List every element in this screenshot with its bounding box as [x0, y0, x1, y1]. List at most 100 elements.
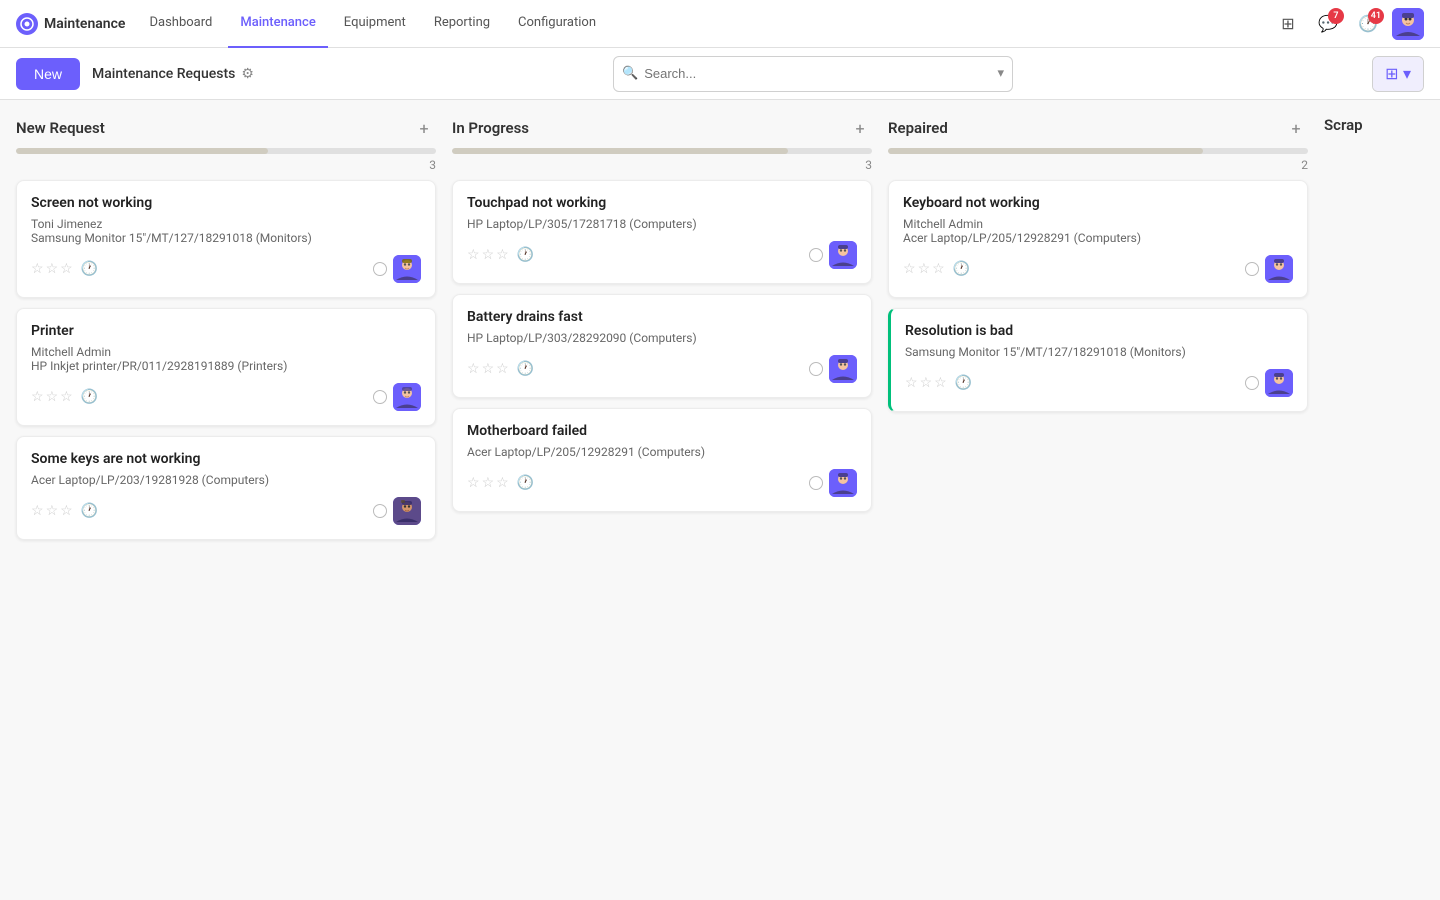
nav-dashboard[interactable]: Dashboard: [137, 0, 224, 48]
chat-icon-btn[interactable]: 💬 7: [1312, 8, 1344, 40]
card-equipment-resolution: Samsung Monitor 15"/MT/127/18291018 (Mon…: [905, 345, 1293, 359]
column-count-in-progress: 3: [452, 158, 872, 172]
star-3[interactable]: ☆: [60, 389, 73, 405]
search-bar[interactable]: 🔍 ▾: [613, 56, 1013, 92]
star-3[interactable]: ☆: [496, 247, 509, 263]
card-footer-right-printer: [373, 383, 421, 411]
search-icon: 🔍: [622, 66, 638, 81]
nav-maintenance[interactable]: Maintenance: [228, 0, 327, 48]
card-motherboard[interactable]: Motherboard failed Acer Laptop/LP/205/12…: [452, 408, 872, 512]
star-1[interactable]: ☆: [467, 361, 480, 377]
nav-logo[interactable]: Maintenance: [16, 13, 125, 35]
column-title-scrap: Scrap: [1324, 116, 1440, 134]
card-footer-printer: ☆ ☆ ☆ 🕐: [31, 383, 421, 411]
star-1[interactable]: ☆: [467, 475, 480, 491]
radio-screen[interactable]: [373, 262, 387, 276]
star-1[interactable]: ☆: [31, 503, 44, 519]
clock-icon-touchpad[interactable]: 🕐: [517, 247, 534, 263]
card-screen-not-working[interactable]: Screen not working Toni Jimenez Samsung …: [16, 180, 436, 298]
card-footer-keyboard: ☆ ☆ ☆ 🕐: [903, 255, 1293, 283]
column-add-repaired[interactable]: +: [1284, 116, 1308, 140]
radio-touchpad[interactable]: [809, 248, 823, 262]
card-footer-right-somekeys: [373, 497, 421, 525]
radio-motherboard[interactable]: [809, 476, 823, 490]
logo-text: Maintenance: [44, 16, 125, 32]
avatar-somekeys: [393, 497, 421, 525]
activity-icon-btn[interactable]: 🕐 41: [1352, 8, 1384, 40]
nav-equipment[interactable]: Equipment: [332, 0, 418, 48]
clock-icon-somekeys[interactable]: 🕐: [81, 503, 98, 519]
star-1[interactable]: ☆: [31, 389, 44, 405]
star-2[interactable]: ☆: [918, 261, 931, 277]
clock-icon-printer[interactable]: 🕐: [81, 389, 98, 405]
new-button[interactable]: New: [16, 58, 80, 90]
radio-printer[interactable]: [373, 390, 387, 404]
top-navigation: Maintenance Dashboard Maintenance Equipm…: [0, 0, 1440, 48]
clock-icon-screen[interactable]: 🕐: [81, 261, 98, 277]
star-3[interactable]: ☆: [496, 361, 509, 377]
clock-icon-resolution[interactable]: 🕐: [955, 375, 972, 391]
nav-reporting[interactable]: Reporting: [422, 0, 502, 48]
card-title-touchpad: Touchpad not working: [467, 195, 857, 211]
card-footer-touchpad: ☆ ☆ ☆ 🕐: [467, 241, 857, 269]
star-2[interactable]: ☆: [482, 361, 495, 377]
column-in-progress: In Progress + 3 Touchpad not working HP …: [452, 116, 872, 522]
card-touchpad[interactable]: Touchpad not working HP Laptop/LP/305/17…: [452, 180, 872, 284]
star-2[interactable]: ☆: [46, 503, 59, 519]
star-2[interactable]: ☆: [482, 475, 495, 491]
card-footer-right-resolution: [1245, 369, 1293, 397]
card-some-keys[interactable]: Some keys are not working Acer Laptop/LP…: [16, 436, 436, 540]
star-3[interactable]: ☆: [60, 261, 73, 277]
clock-icon-keyboard[interactable]: 🕐: [953, 261, 970, 277]
avatar-resolution: [1265, 369, 1293, 397]
search-input[interactable]: [644, 66, 993, 81]
star-3[interactable]: ☆: [934, 375, 947, 391]
apps-icon-btn[interactable]: ⊞: [1272, 8, 1304, 40]
progress-fill-new-request: [16, 148, 268, 154]
kanban-view-btn[interactable]: ⊞ ▾: [1373, 57, 1423, 91]
settings-icon[interactable]: ⚙: [241, 66, 254, 82]
column-repaired: Repaired + 2 Keyboard not working Mitche…: [888, 116, 1308, 422]
star-2[interactable]: ☆: [46, 389, 59, 405]
radio-battery[interactable]: [809, 362, 823, 376]
column-add-in-progress[interactable]: +: [848, 116, 872, 140]
star-2[interactable]: ☆: [920, 375, 933, 391]
radio-keyboard[interactable]: [1245, 262, 1259, 276]
card-battery[interactable]: Battery drains fast HP Laptop/LP/303/282…: [452, 294, 872, 398]
card-title-battery: Battery drains fast: [467, 309, 857, 325]
nav-configuration[interactable]: Configuration: [506, 0, 608, 48]
card-keyboard[interactable]: Keyboard not working Mitchell Admin Acer…: [888, 180, 1308, 298]
star-1[interactable]: ☆: [903, 261, 916, 277]
card-equipment-somekeys: Acer Laptop/LP/203/19281928 (Computers): [31, 473, 421, 487]
logo-icon: [16, 13, 38, 35]
star-2[interactable]: ☆: [482, 247, 495, 263]
card-resolution[interactable]: Resolution is bad Samsung Monitor 15"/MT…: [888, 308, 1308, 412]
star-1[interactable]: ☆: [467, 247, 480, 263]
card-printer[interactable]: Printer Mitchell Admin HP Inkjet printer…: [16, 308, 436, 426]
user-avatar-nav[interactable]: [1392, 8, 1424, 40]
stars-keyboard: ☆ ☆ ☆: [903, 261, 945, 277]
star-3[interactable]: ☆: [496, 475, 509, 491]
star-3[interactable]: ☆: [932, 261, 945, 277]
card-equipment-touchpad: HP Laptop/LP/305/17281718 (Computers): [467, 217, 857, 231]
progress-fill-repaired: [888, 148, 1203, 154]
star-3[interactable]: ☆: [60, 503, 73, 519]
search-dropdown-icon[interactable]: ▾: [997, 66, 1004, 81]
stars-screen: ☆ ☆ ☆: [31, 261, 73, 277]
radio-somekeys[interactable]: [373, 504, 387, 518]
column-header-scrap: Scrap: [1324, 116, 1440, 134]
column-title-new-request: New Request: [16, 119, 406, 137]
nav-icons: ⊞ 💬 7 🕐 41: [1272, 8, 1424, 40]
column-header-in-progress: In Progress +: [452, 116, 872, 140]
star-1[interactable]: ☆: [31, 261, 44, 277]
progress-bar-in-progress: [452, 148, 872, 154]
star-2[interactable]: ☆: [46, 261, 59, 277]
clock-icon-motherboard[interactable]: 🕐: [517, 475, 534, 491]
radio-resolution[interactable]: [1245, 376, 1259, 390]
star-1[interactable]: ☆: [905, 375, 918, 391]
column-add-new-request[interactable]: +: [412, 116, 436, 140]
card-title-printer: Printer: [31, 323, 421, 339]
clock-icon-battery[interactable]: 🕐: [517, 361, 534, 377]
stars-motherboard: ☆ ☆ ☆: [467, 475, 509, 491]
avatar-motherboard: [829, 469, 857, 497]
